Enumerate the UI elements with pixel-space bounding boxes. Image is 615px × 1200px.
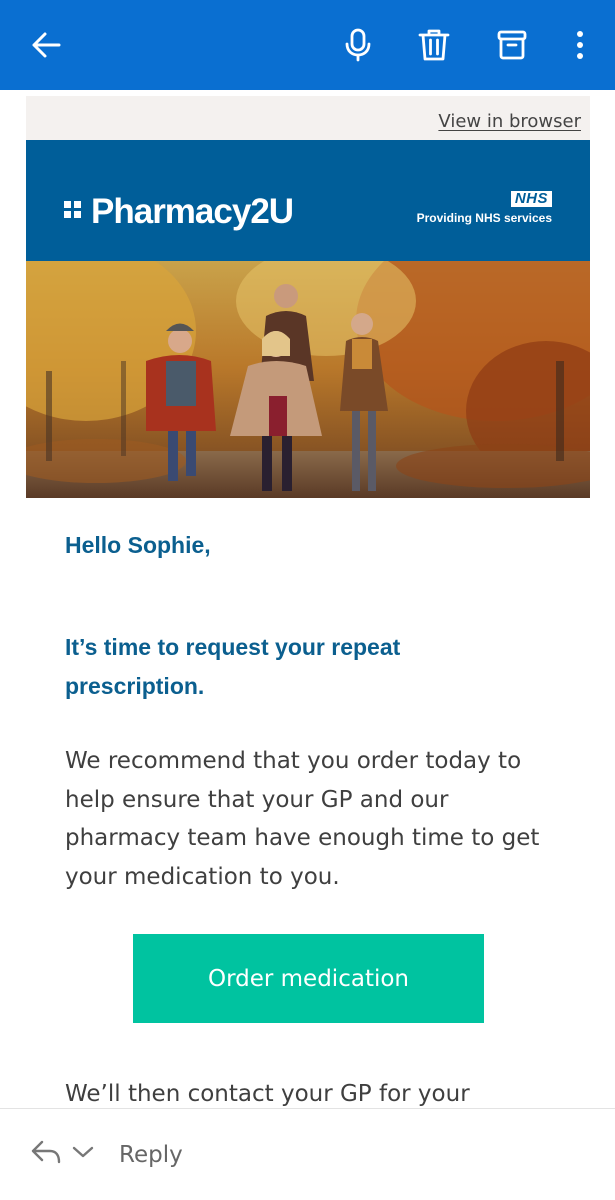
arrow-left-icon — [32, 32, 61, 58]
app-bar — [0, 0, 615, 90]
nhs-tagline: Providing NHS services — [416, 211, 552, 225]
archive-button[interactable] — [484, 0, 540, 90]
body-line-3: pharmacy team have enough time to get — [65, 825, 540, 851]
nhs-badge: NHS — [510, 191, 552, 207]
chevron-down-icon — [72, 1146, 94, 1158]
view-in-browser-link[interactable]: View in browser — [438, 111, 581, 132]
headline-line-2: prescription. — [65, 673, 205, 699]
trash-icon — [418, 29, 450, 61]
body-line-1: We recommend that you order today to — [65, 748, 522, 774]
headline-line-1: It’s time to request your repeat — [65, 634, 401, 660]
delete-button[interactable] — [406, 0, 462, 90]
hero-image — [26, 261, 590, 498]
brand-header: Pharmacy2U NHS Providing NHS services — [26, 140, 590, 261]
reply-options-button[interactable] — [72, 1145, 94, 1164]
message-content: Hello Sophie, It’s time to request your … — [26, 498, 590, 1108]
logo-text: Pharmacy2U — [91, 192, 294, 231]
family-autumn-walk-photo — [26, 261, 590, 498]
order-medication-button[interactable]: Order medication — [133, 934, 484, 1023]
more-vertical-icon — [577, 31, 583, 59]
trailing-text: We’ll then contact your GP for your — [65, 1081, 470, 1107]
body-paragraph: We recommend that you order today to hel… — [65, 742, 565, 896]
reply-label[interactable]: Reply — [119, 1142, 183, 1168]
dictate-button[interactable] — [330, 0, 386, 90]
more-options-button[interactable] — [552, 0, 608, 90]
greeting: Hello Sophie, — [65, 532, 211, 558]
back-button[interactable] — [18, 0, 74, 90]
body-line-4: your medication to you. — [65, 863, 340, 890]
email-body[interactable]: View in browser Pharmacy2U NHS Providing… — [0, 90, 615, 1108]
microphone-icon — [345, 28, 371, 62]
archive-icon — [497, 30, 527, 60]
body-line-2: help ensure that your GP and our — [65, 786, 449, 813]
reply-button[interactable] — [30, 1139, 62, 1170]
reply-icon — [31, 1140, 61, 1164]
nhs-logo: NHS Providing NHS services — [417, 190, 552, 225]
reply-bar: Reply — [0, 1108, 615, 1200]
headline: It’s time to request your repeat prescri… — [65, 628, 535, 706]
pharmacy2u-logo: Pharmacy2U — [64, 192, 294, 232]
logo-dots-icon — [64, 201, 86, 223]
browser-link-bar: View in browser — [26, 96, 590, 140]
